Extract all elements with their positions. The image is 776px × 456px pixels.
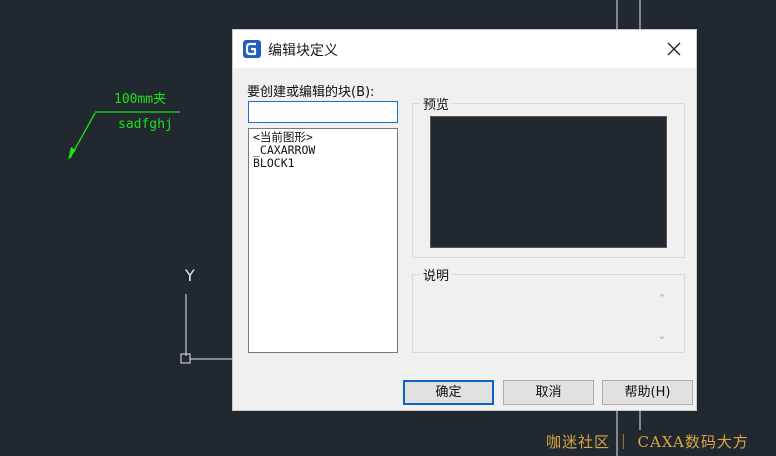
description-textbox[interactable] bbox=[412, 274, 685, 353]
block-name-input[interactable] bbox=[248, 101, 398, 123]
block-list[interactable]: <当前图形> _CAXARROW BLOCK1 bbox=[248, 128, 398, 353]
close-icon bbox=[667, 42, 681, 56]
edit-block-definition-dialog: 编辑块定义 要创建或编辑的块(B): <当前图形> _CAXARROW BLOC… bbox=[232, 29, 697, 411]
scroll-up-icon[interactable]: ⌃ bbox=[655, 292, 669, 306]
cancel-button[interactable]: 取消 bbox=[503, 380, 594, 405]
list-item[interactable]: BLOCK1 bbox=[253, 157, 393, 170]
dialog-titlebar[interactable]: 编辑块定义 bbox=[233, 30, 696, 68]
leader-dimension-suffix: 夹 bbox=[153, 92, 167, 107]
leader-note-text: sadfghj bbox=[118, 117, 173, 132]
close-button[interactable] bbox=[661, 36, 687, 62]
preview-canvas bbox=[430, 116, 667, 248]
ucs-y-label: Y bbox=[185, 266, 195, 285]
dialog-title: 编辑块定义 bbox=[268, 43, 338, 59]
preview-label: 预览 bbox=[420, 94, 453, 113]
leader-dimension-value: 100mm bbox=[114, 92, 154, 107]
leader-dimension-text: 100mm夹 bbox=[114, 93, 166, 107]
block-name-label: 要创建或编辑的块(B): bbox=[247, 85, 375, 100]
help-button[interactable]: 帮助(H) bbox=[602, 380, 693, 405]
caxa-logo-icon bbox=[243, 40, 261, 58]
ok-button[interactable]: 确定 bbox=[403, 380, 494, 405]
scroll-down-icon[interactable]: ⌄ bbox=[655, 329, 669, 343]
watermark-text: 咖迷社区 ｜ CAXA数码大方 bbox=[546, 433, 749, 451]
